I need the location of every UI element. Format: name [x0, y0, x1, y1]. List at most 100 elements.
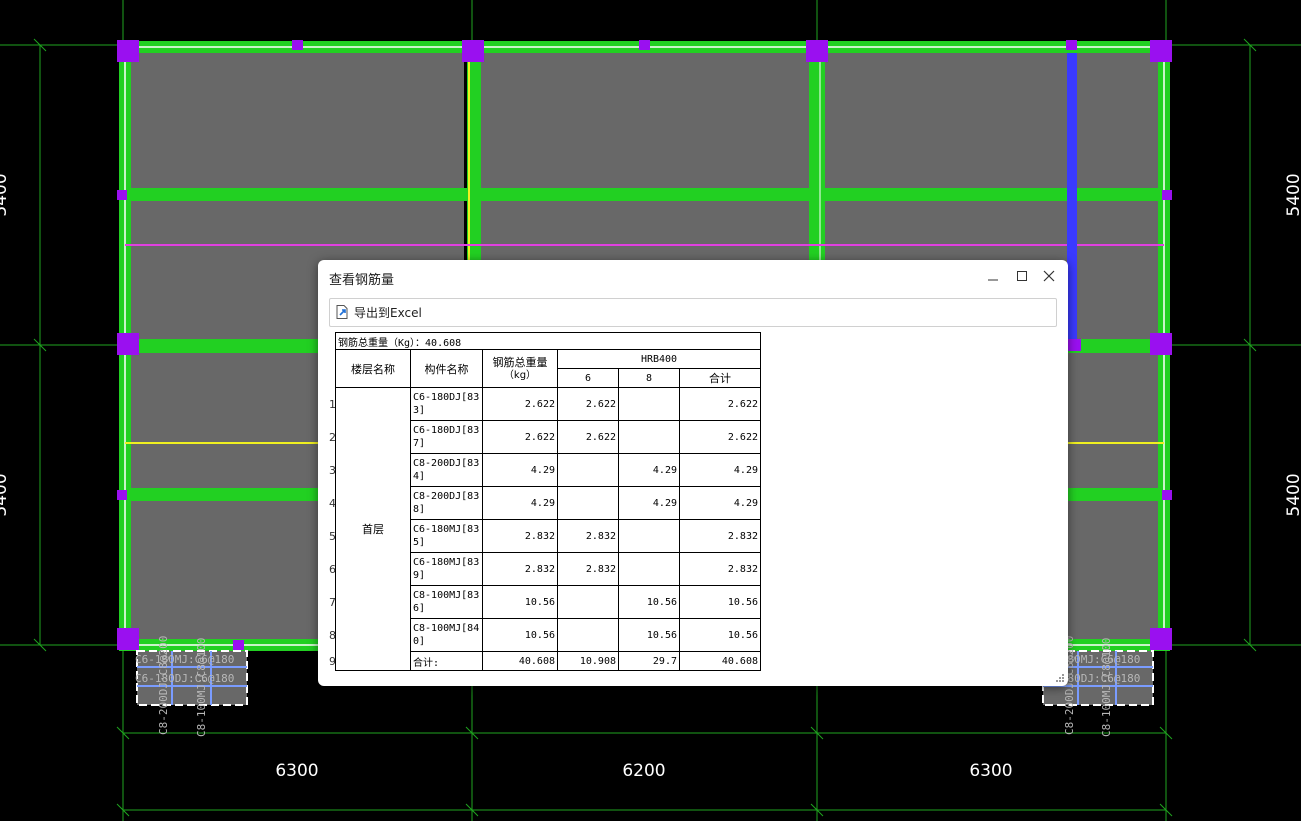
dimension-text: 6300 [969, 761, 1012, 781]
cell-total[interactable]: 4.29 [482, 486, 558, 520]
cell-d8[interactable] [618, 519, 680, 553]
callout-text: C6-180MJ:C6@180 [135, 653, 234, 666]
member-name-cell[interactable]: C8-200DJ[83 8] [410, 486, 483, 520]
member-name-cell[interactable]: C8-200DJ[83 4] [410, 453, 483, 487]
cell-sum[interactable]: 10.56 [679, 618, 761, 652]
callout-text: C8-100MJ:C8@100 [195, 638, 208, 737]
member-name-cell[interactable]: C8-100MJ[84 0] [410, 618, 483, 652]
cell-d8[interactable] [618, 420, 680, 454]
member-name-text: 9] [413, 570, 426, 581]
dimension-text: 5400 [1284, 473, 1301, 516]
cell-d8[interactable]: 4.29 [618, 486, 680, 520]
cell-sum[interactable]: 2.622 [679, 387, 761, 421]
cell-total[interactable]: 2.832 [482, 519, 558, 553]
header-total-line1: 钢筋总重量 [492, 355, 548, 369]
member-name-cell[interactable]: C8-100MJ[83 6] [410, 585, 483, 619]
cell-total[interactable]: 10.56 [482, 585, 558, 619]
member-name-text: 5] [413, 537, 426, 548]
export-icon [336, 305, 348, 319]
minimize-button[interactable] [982, 266, 1004, 286]
rebar-table-grid[interactable]: 123456789 钢筋总重量（Kg）：40.608 楼层名称 构件名称 钢筋总… [329, 332, 1061, 677]
cell-d6[interactable] [557, 585, 619, 619]
total-cell-d8[interactable]: 29.7 [618, 651, 680, 671]
member-name-cell[interactable]: C6-180DJ[83 7] [410, 420, 483, 454]
table-row[interactable]: 首层 C6-180DJ[83 3] 2.622 2.622 2.622 [335, 387, 761, 671]
export-excel-button[interactable]: 导出到Excel [334, 302, 422, 322]
dimension-text: 5400 [0, 173, 11, 216]
member-name-cell[interactable]: C6-180DJ[83 3] [410, 387, 483, 421]
member-name-text: 0] [413, 636, 426, 647]
member-name-text: 8] [413, 504, 426, 515]
export-label: 导出到Excel [354, 305, 422, 320]
cell-total[interactable]: 4.29 [482, 453, 558, 487]
cell-d8[interactable] [618, 552, 680, 586]
cell-d6[interactable] [557, 486, 619, 520]
cell-total[interactable]: 2.622 [482, 387, 558, 421]
callout-text: C6-180DJ:C6@180 [135, 672, 234, 685]
rebar-table: 钢筋总重量（Kg）：40.608 楼层名称 构件名称 钢筋总重量 （kg） HR… [335, 332, 761, 671]
header-total-line2: （kg） [503, 369, 537, 381]
dimension-text: 6200 [622, 761, 665, 781]
member-name-text: C6-180MJ[83 [413, 524, 480, 535]
cell-d6[interactable]: 2.622 [557, 387, 619, 421]
member-name-text: C6-180DJ[83 [413, 425, 480, 436]
header-subtotal[interactable]: 合计 [679, 368, 761, 388]
floor-name-cell[interactable]: 首层 [335, 387, 411, 671]
member-name-text: C6-180DJ[83 [413, 392, 480, 403]
rebar-quantity-dialog[interactable]: 查看钢筋量 导出到Excel 123456789 钢筋总重量（Kg）：40.60… [318, 260, 1068, 686]
header-dia-8[interactable]: 8 [618, 368, 680, 388]
minimize-icon [988, 279, 998, 281]
dialog-toolbar: 导出到Excel [329, 298, 1057, 327]
header-total-weight[interactable]: 钢筋总重量 （kg） [482, 349, 558, 388]
cell-sum[interactable]: 4.29 [679, 453, 761, 487]
maximize-icon [1017, 271, 1027, 281]
member-name-text: 6] [413, 603, 426, 614]
cell-d8[interactable]: 10.56 [618, 585, 680, 619]
header-grade[interactable]: HRB400 [557, 349, 761, 369]
total-cell-sum[interactable]: 40.608 [679, 651, 761, 671]
cell-total[interactable]: 10.56 [482, 618, 558, 652]
callout-text: C8-200DJ:C8@200 [157, 636, 170, 735]
maximize-button[interactable] [1011, 266, 1033, 286]
total-label-cell[interactable]: 合计: [410, 651, 483, 671]
member-name-text: C8-100MJ[84 [413, 623, 480, 634]
dialog-title: 查看钢筋量 [329, 273, 395, 288]
cell-sum[interactable]: 2.832 [679, 519, 761, 553]
member-name-cell[interactable]: C6-180MJ[83 9] [410, 552, 483, 586]
member-name-text: C8-100MJ[83 [413, 590, 480, 601]
member-name-text: 7] [413, 438, 426, 449]
close-icon [1043, 270, 1055, 282]
cell-d6[interactable] [557, 618, 619, 652]
header-floor[interactable]: 楼层名称 [335, 349, 411, 388]
summary-cell[interactable]: 钢筋总重量（Kg）：40.608 [335, 332, 761, 350]
member-name-text: C8-200DJ[83 [413, 458, 480, 469]
member-name-cell[interactable]: C6-180MJ[83 5] [410, 519, 483, 553]
member-name-text: C6-180MJ[83 [413, 557, 480, 568]
cell-d6[interactable]: 2.622 [557, 420, 619, 454]
cell-sum[interactable]: 2.832 [679, 552, 761, 586]
member-name-text: C8-200DJ[83 [413, 491, 480, 502]
cell-total[interactable]: 2.832 [482, 552, 558, 586]
member-name-text: 3] [413, 405, 426, 416]
member-name-text: 4] [413, 471, 426, 482]
cell-d6[interactable]: 2.832 [557, 552, 619, 586]
dimension-text: 5400 [1284, 173, 1301, 216]
cell-sum[interactable]: 2.622 [679, 420, 761, 454]
cell-sum[interactable]: 4.29 [679, 486, 761, 520]
dimension-text: 6300 [275, 761, 318, 781]
header-member[interactable]: 构件名称 [410, 349, 483, 388]
cell-total[interactable]: 2.622 [482, 420, 558, 454]
cell-sum[interactable]: 10.56 [679, 585, 761, 619]
cell-d6[interactable] [557, 453, 619, 487]
dimension-text: 5400 [0, 473, 11, 516]
cell-d8[interactable] [618, 387, 680, 421]
resize-grip-icon[interactable] [1055, 673, 1065, 683]
total-cell-total[interactable]: 40.608 [482, 651, 558, 671]
header-dia-6[interactable]: 6 [557, 368, 619, 388]
callout-text: C8-100MJ:C8@100 [1100, 638, 1113, 737]
total-cell-d6[interactable]: 10.908 [557, 651, 619, 671]
cell-d8[interactable]: 10.56 [618, 618, 680, 652]
cell-d6[interactable]: 2.832 [557, 519, 619, 553]
cell-d8[interactable]: 4.29 [618, 453, 680, 487]
close-button[interactable] [1038, 266, 1060, 286]
